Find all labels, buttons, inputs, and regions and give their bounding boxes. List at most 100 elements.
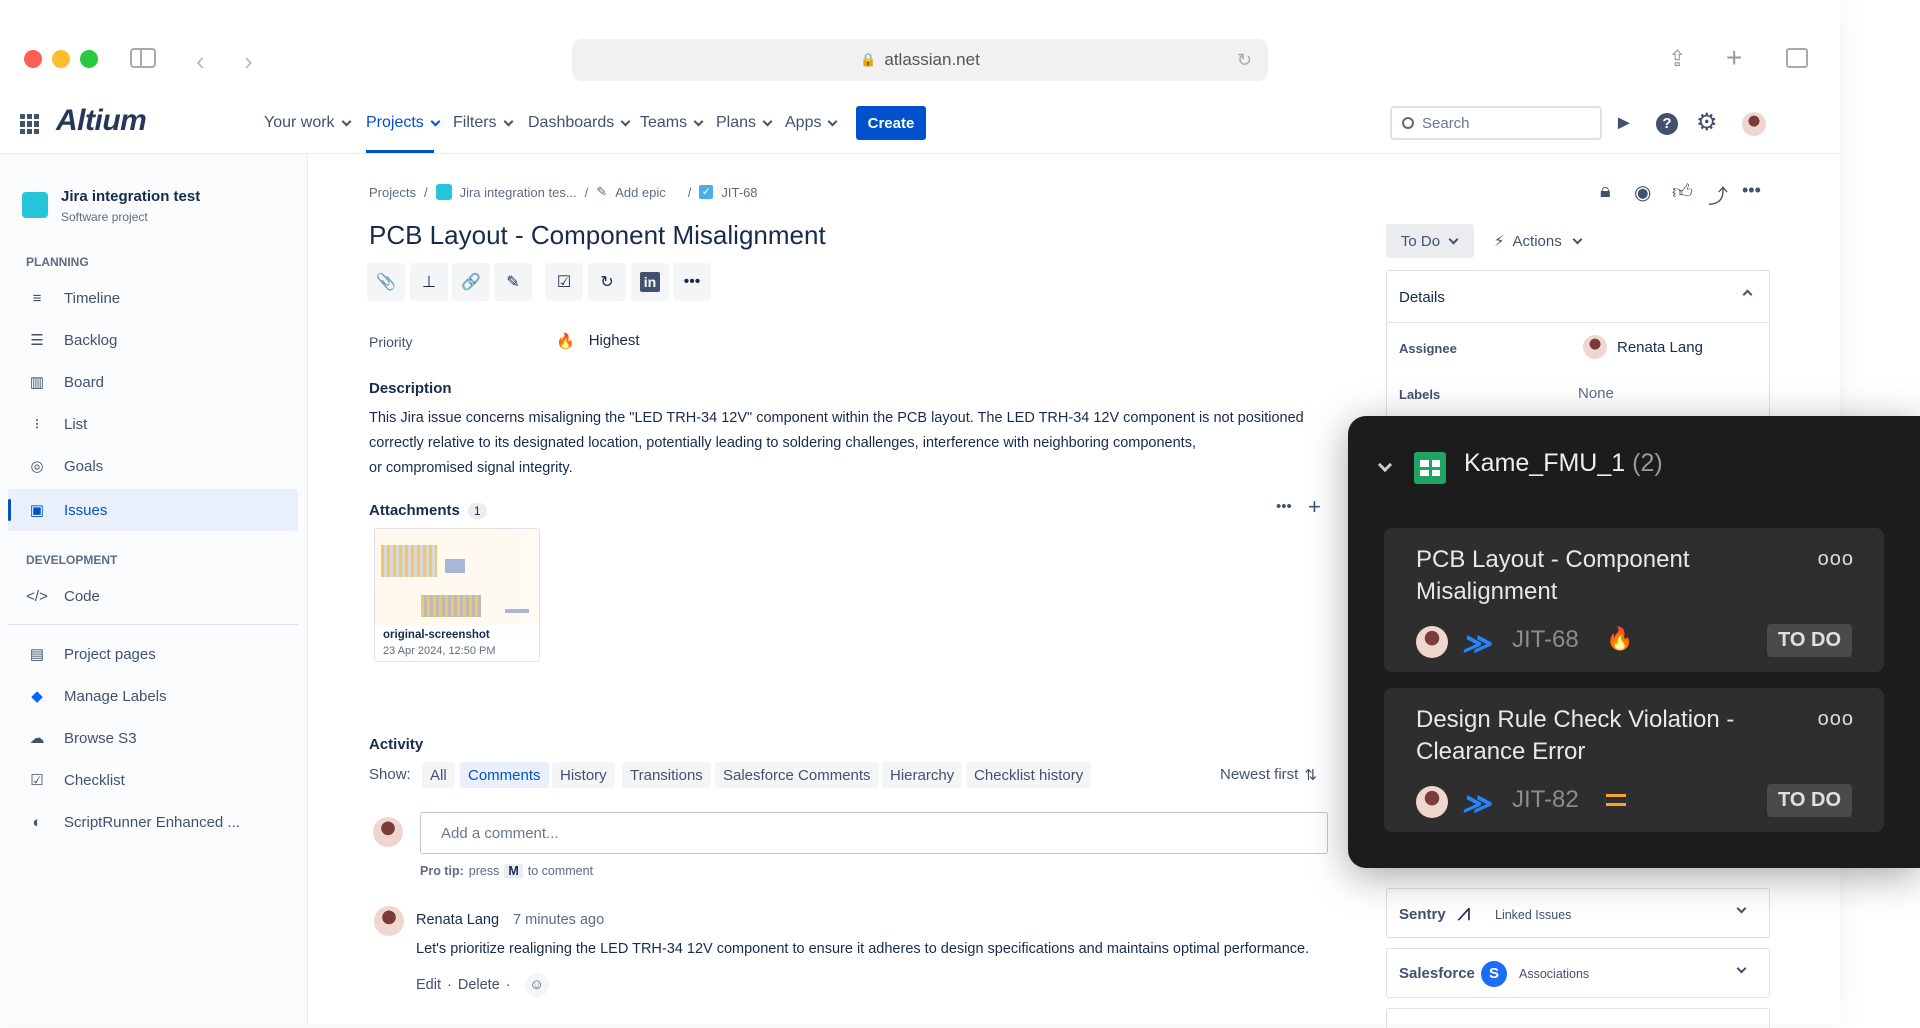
sidebar-item-issues[interactable]: ▣ Issues xyxy=(26,490,107,530)
salesforce-panel[interactable]: Salesforce S Associations xyxy=(1386,948,1770,998)
nav-teams[interactable]: Teams xyxy=(640,114,704,132)
filter-history[interactable]: History xyxy=(552,762,615,788)
issue-card[interactable]: Design Rule Check Violation - Clearance … xyxy=(1384,688,1884,832)
card-more-icon[interactable]: ooo xyxy=(1818,708,1854,731)
project-name[interactable]: Jira integration test xyxy=(61,188,200,205)
project-mini-icon xyxy=(435,184,452,200)
sidebar-item-label: Project pages xyxy=(64,645,156,663)
actions-dropdown[interactable]: ⚡︎ Actions xyxy=(1494,224,1583,258)
settings-gear-icon[interactable]: ⚙ xyxy=(1696,108,1718,137)
watch-eye-icon[interactable]: ◉ xyxy=(1634,180,1651,205)
card-assignee-avatar xyxy=(1416,626,1448,658)
filter-checklist-history[interactable]: Checklist history xyxy=(966,762,1092,788)
sidebar-item-label: List xyxy=(64,415,88,433)
child-issue-icon[interactable]: ⊥ xyxy=(410,263,448,301)
search-input[interactable]: Search xyxy=(1390,106,1602,140)
sidebar-item-scriptrunner[interactable]: ◐ ScriptRunner Enhanced ... xyxy=(26,802,239,842)
maximize-window-button[interactable] xyxy=(80,50,98,68)
attachments-more-icon[interactable]: ••• xyxy=(1276,498,1292,515)
nav-dashboards[interactable]: Dashboards xyxy=(528,114,631,132)
sidebar-toggle-icon[interactable] xyxy=(130,48,156,68)
profile-avatar[interactable] xyxy=(1742,112,1766,136)
sidebar-item-code[interactable]: </> Code xyxy=(26,576,100,616)
description-body[interactable]: This Jira issue concerns misaligning the… xyxy=(369,406,1329,481)
forward-icon[interactable]: › xyxy=(244,46,253,77)
assignee-value[interactable]: Renata Lang xyxy=(1583,335,1703,359)
address-bar[interactable]: 🔒 atlassian.net ↻ xyxy=(572,39,1268,81)
more-actions-icon[interactable]: ••• xyxy=(1742,180,1761,201)
new-tab-icon[interactable]: + xyxy=(1726,42,1742,74)
filter-salesforce-comments[interactable]: Salesforce Comments xyxy=(715,762,879,788)
altium-logo[interactable]: Altium xyxy=(56,104,147,138)
attachment-card[interactable]: original-screenshot 23 Apr 2024, 12:50 P… xyxy=(374,528,540,662)
lock-icon[interactable]: 🔒︎ xyxy=(1600,180,1611,203)
brush-icon[interactable]: ✎ xyxy=(494,263,532,301)
sidebar-item-backlog[interactable]: ☰ Backlog xyxy=(26,320,117,360)
breadcrumb-add-epic[interactable]: Add epic xyxy=(615,185,666,200)
breadcrumb-projects[interactable]: Projects xyxy=(369,185,416,200)
sentry-panel[interactable]: Sentry ⩘ Linked Issues xyxy=(1386,888,1770,938)
filter-hierarchy[interactable]: Hierarchy xyxy=(882,762,963,788)
nav-plans[interactable]: Plans xyxy=(716,114,773,132)
comment-input[interactable]: Add a comment... xyxy=(420,812,1328,854)
add-attachment-icon[interactable]: + xyxy=(1308,494,1321,520)
card-more-icon[interactable]: ooo xyxy=(1818,548,1854,571)
sidebar-item-browse-s3[interactable]: ☁ Browse S3 xyxy=(26,718,137,758)
chevron-down-icon xyxy=(1736,963,1747,974)
collapse-chevron-icon[interactable] xyxy=(1377,457,1393,473)
sidebar-item-timeline[interactable]: ≡ Timeline xyxy=(26,278,121,318)
nav-apps[interactable]: Apps xyxy=(785,114,838,132)
tabs-overview-icon[interactable] xyxy=(1786,48,1808,68)
sidebar-item-list[interactable]: ⁝ List xyxy=(26,404,88,444)
share-icon[interactable]: ⇪ xyxy=(1668,46,1686,72)
salesforce-label: Salesforce xyxy=(1399,965,1475,982)
minimize-window-button[interactable] xyxy=(52,50,70,68)
issue-card[interactable]: PCB Layout - Component Misalignment ooo … xyxy=(1384,528,1884,672)
breadcrumb-project[interactable]: Jira integration tes... xyxy=(460,185,577,200)
close-window-button[interactable] xyxy=(24,50,42,68)
nav-projects[interactable]: Projects xyxy=(366,114,441,132)
app-switcher-icon[interactable] xyxy=(20,114,40,134)
filter-comments[interactable]: Comments xyxy=(460,762,549,788)
sidebar-item-checklist[interactable]: ☑ Checklist xyxy=(26,760,125,800)
sort-icon: ⇅ xyxy=(1304,767,1317,784)
notifications-icon[interactable]: ► xyxy=(1614,112,1634,135)
filter-transitions[interactable]: Transitions xyxy=(622,762,711,788)
link-icon[interactable]: 🔗 xyxy=(452,263,490,301)
reload-icon[interactable]: ↻ xyxy=(1237,50,1252,71)
sync-icon[interactable]: ↻ xyxy=(588,263,626,301)
issues-icon: ▣ xyxy=(29,502,45,519)
filter-all[interactable]: All xyxy=(422,762,455,788)
invision-icon[interactable]: in xyxy=(631,263,669,301)
delete-comment-link[interactable]: Delete xyxy=(458,977,500,993)
label-icon: ◆ xyxy=(31,688,43,705)
add-reaction-icon[interactable]: ☺ xyxy=(524,973,549,997)
help-icon[interactable]: ? xyxy=(1656,113,1678,135)
checklist-toolbar-icon[interactable]: ☑ xyxy=(545,263,583,301)
sidebar-item-goals[interactable]: ◎ Goals xyxy=(26,446,103,486)
jira-icon: ≫ xyxy=(1460,628,1497,659)
back-icon[interactable]: ‹ xyxy=(196,46,205,77)
issue-title[interactable]: PCB Layout - Component Misalignment xyxy=(369,220,826,251)
status-dropdown[interactable]: To Do xyxy=(1386,224,1474,258)
card-title: Design Rule Check Violation - Clearance … xyxy=(1416,706,1735,765)
thumbs-up-icon[interactable]: 👍︎ xyxy=(1672,180,1693,204)
breadcrumb-issue-key[interactable]: JIT-68 xyxy=(721,185,757,200)
details-header[interactable]: Details xyxy=(1387,271,1769,323)
labels-value[interactable]: None xyxy=(1578,385,1614,402)
chevron-up-icon xyxy=(1742,289,1753,300)
edit-comment-link[interactable]: Edit xyxy=(416,977,441,993)
nav-filters[interactable]: Filters xyxy=(453,114,514,132)
sheet-issues-overlay: Kame_FMU_1 (2) PCB Layout - Component Mi… xyxy=(1348,416,1920,868)
sidebar-item-manage-labels[interactable]: ◆ Manage Labels xyxy=(26,676,166,716)
sidebar-item-board[interactable]: ▥ Board xyxy=(26,362,104,402)
sidebar-item-project-pages[interactable]: ▤ Project pages xyxy=(26,634,156,674)
more-icon[interactable]: ••• xyxy=(673,263,711,301)
sort-toggle[interactable]: Newest first ⇅ xyxy=(1220,766,1317,784)
priority-value[interactable]: 🔥 Highest xyxy=(556,332,640,350)
create-button[interactable]: Create xyxy=(856,106,926,140)
share-issue-icon[interactable]: ⤴ xyxy=(1708,180,1728,209)
comment-author[interactable]: Renata Lang xyxy=(416,912,499,928)
nav-your-work[interactable]: Your work xyxy=(264,114,352,132)
attach-icon[interactable]: 📎 xyxy=(367,263,405,301)
